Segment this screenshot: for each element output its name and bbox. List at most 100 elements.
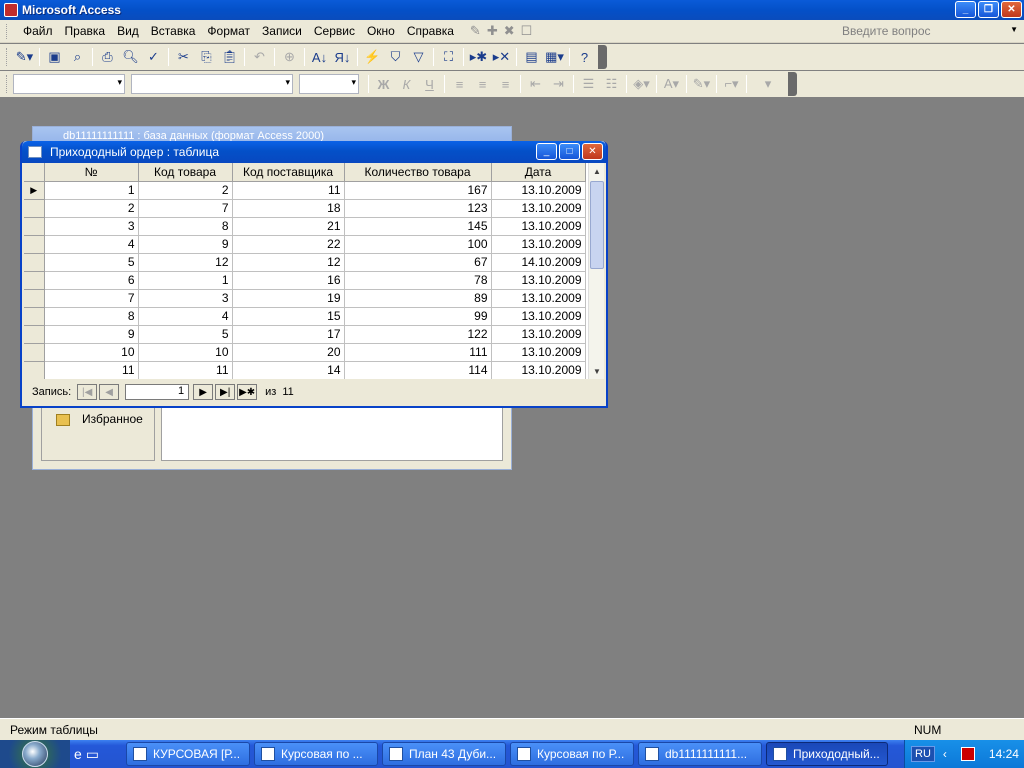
table-window[interactable]: Прихододный ордер : таблица _ □ ✕ № Код … <box>20 141 608 408</box>
table-cell[interactable]: 13.10.2009 <box>491 235 586 254</box>
table-cell[interactable]: 13.10.2009 <box>491 289 586 308</box>
table-cell[interactable]: 13.10.2009 <box>491 343 586 362</box>
column-header-product-code[interactable]: Код товара <box>138 163 233 182</box>
print-icon[interactable]: ⎙ <box>96 46 119 68</box>
table-cell[interactable]: 10 <box>44 343 139 362</box>
close-button[interactable]: ✕ <box>1001 1 1022 18</box>
first-record-icon[interactable]: |◀ <box>77 384 98 400</box>
table-cell[interactable]: 13.10.2009 <box>491 325 586 344</box>
menu-view[interactable]: Вид <box>111 22 145 40</box>
column-header-number[interactable]: № <box>44 163 139 182</box>
record-selector-header[interactable] <box>24 163 45 182</box>
table-cell[interactable]: 7 <box>44 289 139 308</box>
table-cell[interactable]: 5 <box>138 325 233 344</box>
internet-explorer-icon[interactable]: e <box>74 746 82 763</box>
help-icon[interactable]: ? <box>573 46 596 68</box>
fill-color-icon[interactable]: ◈▾ <box>630 73 653 95</box>
start-button[interactable] <box>0 740 70 768</box>
sort-icon[interactable]: ✎ <box>470 23 481 39</box>
record-selector[interactable] <box>24 289 45 308</box>
sort-descending-icon[interactable]: Я↓ <box>331 46 354 68</box>
table-cell[interactable]: 167 <box>344 181 492 200</box>
taskbar-button[interactable]: КУРСОВАЯ [Р... <box>126 742 250 766</box>
filter-by-selection-icon[interactable]: ⚡ <box>361 46 384 68</box>
delete-record-button-icon[interactable]: ▸✕ <box>490 46 513 68</box>
align-left-icon[interactable]: ≡ <box>448 73 471 95</box>
taskbar-button[interactable]: Курсовая по Р... <box>510 742 634 766</box>
table-cell[interactable]: 15 <box>232 307 345 326</box>
table-cell[interactable]: 1 <box>44 181 139 200</box>
apply-filter-icon[interactable]: ▽ <box>407 46 430 68</box>
table-cell[interactable]: 4 <box>44 235 139 254</box>
font-name-combo[interactable] <box>131 74 293 94</box>
font-size-combo[interactable] <box>299 74 359 94</box>
clock[interactable]: 14:24 <box>989 747 1019 761</box>
menu-help[interactable]: Справка <box>401 22 460 40</box>
table-cell[interactable]: 67 <box>344 253 492 272</box>
table-cell[interactable]: 9 <box>44 325 139 344</box>
table-row[interactable]: 5 12 12 67 14.10.2009 <box>24 253 586 272</box>
current-record-selector-icon[interactable]: ▶ <box>24 181 45 200</box>
scroll-down-icon[interactable]: ▼ <box>589 363 605 379</box>
table-cell[interactable]: 12 <box>232 253 345 272</box>
toolbar-options-icon[interactable] <box>598 45 607 69</box>
record-selector[interactable] <box>24 217 45 236</box>
cut-icon[interactable]: ✂ <box>172 46 195 68</box>
table-maximize-button[interactable]: □ <box>559 143 580 160</box>
next-record-icon[interactable]: ▶ <box>193 384 214 400</box>
taskbar-button[interactable]: План 43 Дуби... <box>382 742 506 766</box>
table-row[interactable]: 10 10 20 111 13.10.2009 <box>24 343 586 362</box>
menu-insert[interactable]: Вставка <box>145 22 202 40</box>
align-center-icon[interactable]: ≡ <box>471 73 494 95</box>
menu-format[interactable]: Формат <box>201 22 256 40</box>
special-effect-icon[interactable]: ▾ <box>750 73 786 95</box>
record-selector[interactable] <box>24 307 45 326</box>
filter-by-form-icon[interactable]: ⛉ <box>384 46 407 68</box>
table-row[interactable]: 3 8 21 145 13.10.2009 <box>24 217 586 236</box>
record-selector[interactable] <box>24 361 45 379</box>
table-cell[interactable]: 100 <box>344 235 492 254</box>
record-selector[interactable] <box>24 343 45 362</box>
minimize-button[interactable]: _ <box>955 1 976 18</box>
table-row[interactable]: 4 9 22 100 13.10.2009 <box>24 235 586 254</box>
table-cell[interactable]: 18 <box>232 199 345 218</box>
help-search-input[interactable]: Введите вопрос ▼ <box>838 22 1018 40</box>
align-right-icon[interactable]: ≡ <box>494 73 517 95</box>
column-header-quantity[interactable]: Количество товара <box>344 163 492 182</box>
table-cell[interactable]: 6 <box>44 271 139 290</box>
record-selector[interactable] <box>24 199 45 218</box>
antivirus-icon[interactable] <box>960 747 975 761</box>
table-cell[interactable]: 13.10.2009 <box>491 217 586 236</box>
table-cell[interactable]: 14 <box>232 361 345 379</box>
table-cell[interactable]: 2 <box>44 199 139 218</box>
table-row[interactable]: 11 11 14 114 13.10.2009 <box>24 361 586 379</box>
tray-expand-icon[interactable]: ‹ <box>943 747 947 761</box>
table-cell[interactable]: 21 <box>232 217 345 236</box>
border-icon[interactable]: ⌐▾ <box>720 73 743 95</box>
table-cell[interactable]: 8 <box>44 307 139 326</box>
table-cell[interactable]: 10 <box>138 343 233 362</box>
current-record-input[interactable]: 1 <box>125 384 190 400</box>
table-cell[interactable]: 1 <box>138 271 233 290</box>
table-row[interactable]: 6 1 16 78 13.10.2009 <box>24 271 586 290</box>
taskbar-button-active[interactable]: Прихододный... <box>766 742 888 766</box>
spelling-icon[interactable]: ✓ <box>142 46 165 68</box>
table-minimize-button[interactable]: _ <box>536 143 557 160</box>
table-cell[interactable]: 17 <box>232 325 345 344</box>
paste-icon[interactable]: 📋︎ <box>218 46 241 68</box>
table-cell[interactable]: 7 <box>138 199 233 218</box>
table-cell[interactable]: 3 <box>44 217 139 236</box>
bold-icon[interactable]: Ж <box>372 73 395 95</box>
table-cell[interactable]: 12 <box>138 253 233 272</box>
new-object-icon[interactable]: ▦▾ <box>543 46 566 68</box>
table-cell[interactable]: 2 <box>138 181 233 200</box>
table-cell[interactable]: 22 <box>232 235 345 254</box>
table-close-button[interactable]: ✕ <box>582 143 603 160</box>
language-indicator[interactable]: RU <box>911 746 935 762</box>
new-record-button-icon[interactable]: ▸✱ <box>467 46 490 68</box>
filter-icon[interactable]: ✚ <box>487 23 498 39</box>
menu-window[interactable]: Окно <box>361 22 401 40</box>
new-record-icon[interactable]: ☐ <box>521 23 533 39</box>
italic-icon[interactable]: К <box>395 73 418 95</box>
copy-icon[interactable]: ⎘ <box>195 46 218 68</box>
